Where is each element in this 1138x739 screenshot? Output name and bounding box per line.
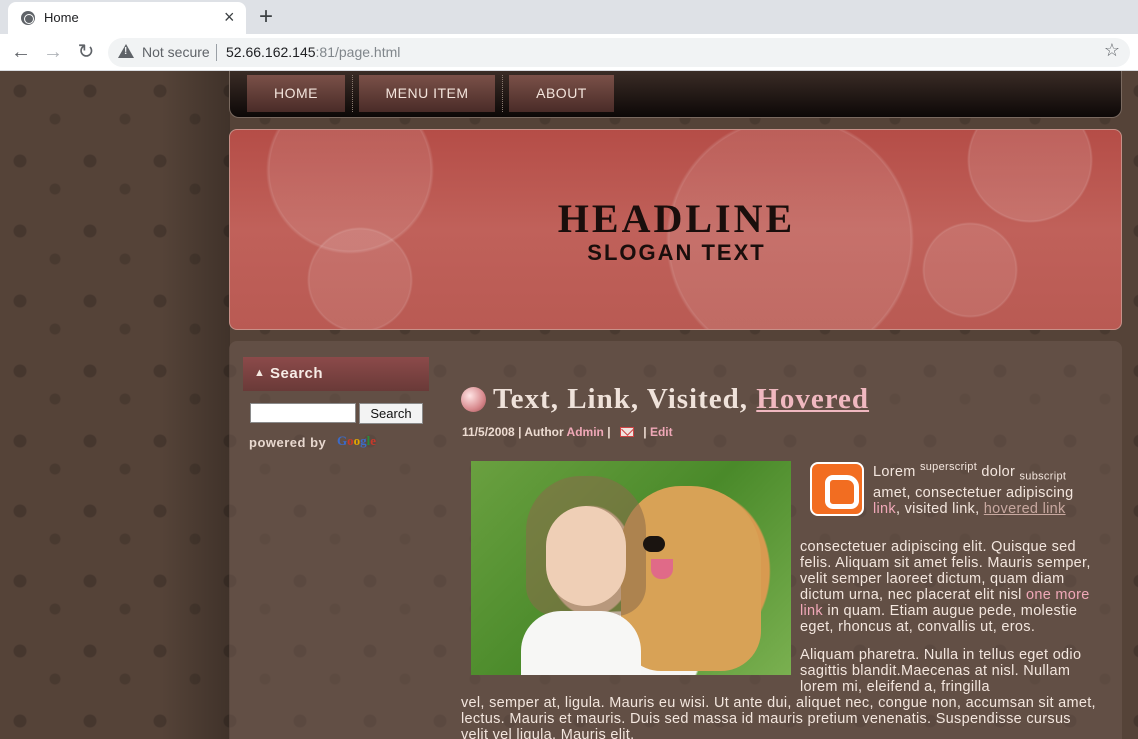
close-tab-icon[interactable]: × (224, 7, 235, 27)
author-label: Author (524, 425, 564, 439)
reload-icon[interactable]: ↻ (73, 39, 99, 65)
nav-item-home[interactable]: HOME (247, 75, 345, 112)
address-bar[interactable]: Not secure 52.66.162.145:81/page.html ☆ (108, 38, 1130, 67)
photo-shirt (521, 611, 641, 675)
tree-bullet-icon: ▲ (254, 367, 265, 379)
browser-tab-bar: Home × + (0, 0, 1138, 34)
superscript-text: superscript (919, 461, 978, 473)
site-slogan: SLOGAN TEXT (587, 240, 766, 265)
nav-divider (502, 75, 503, 112)
visited-link[interactable]: , visited link, (896, 501, 979, 517)
site-headline: HEADLINE (557, 196, 796, 241)
globe-icon (21, 11, 35, 25)
address-separator (216, 44, 217, 61)
subscript-text: subscript (1019, 470, 1067, 483)
post-bullet-icon (461, 387, 486, 412)
security-label[interactable]: Not secure (142, 44, 210, 60)
bookmark-star-icon[interactable]: ☆ (1104, 40, 1120, 61)
nav-item-menu-item[interactable]: MENU ITEM (359, 75, 495, 112)
browser-tab[interactable]: Home × (8, 2, 246, 34)
content-area: ▲ Search Search powered by Google Text, … (229, 341, 1122, 739)
post-meta: 11/5/2008 | Author Admin | | Edit (462, 425, 673, 439)
blogger-icon (810, 462, 864, 516)
url-text[interactable]: 52.66.162.145:81/page.html (226, 44, 400, 60)
web-page: HOME MENU ITEM ABOUT HEADLINE SLOGAN TEX… (0, 71, 1138, 739)
main-nav: HOME MENU ITEM ABOUT (229, 71, 1122, 118)
email-icon[interactable] (619, 427, 634, 437)
url-path: :81/page.html (315, 44, 401, 60)
photo-dog-tongue (651, 559, 673, 579)
post-date: 11/5/2008 (462, 425, 515, 439)
text-segment: amet, consectetuer adipiscing (873, 484, 1074, 501)
post-paragraph-2-bottom: vel, semper at, ligula. Mauris eu wisi. … (461, 695, 1096, 739)
post-paragraph-1-bottom: consectetuer adipiscing elit. Quisque se… (800, 539, 1100, 635)
google-logo: Google (337, 433, 377, 448)
header-banner: HEADLINE SLOGAN TEXT (229, 129, 1122, 330)
post-title-text: Text, Link, Visited, (493, 383, 749, 415)
post-image (471, 461, 791, 675)
new-tab-icon[interactable]: + (259, 3, 273, 31)
hovered-link[interactable]: hovered link (984, 501, 1066, 517)
sidebar-heading-label: Search (270, 365, 324, 382)
search-button[interactable]: Search (359, 403, 423, 424)
nav-item-about[interactable]: ABOUT (509, 75, 614, 112)
author-link[interactable]: Admin (567, 425, 604, 439)
text-segment: in quam. Etiam augue pede, molestie eget… (800, 603, 1078, 635)
body-link[interactable]: link (873, 501, 896, 517)
powered-by-label: powered by (249, 435, 327, 450)
search-input[interactable] (250, 403, 356, 423)
text-lorem: Lorem (873, 463, 916, 480)
edit-link[interactable]: Edit (650, 425, 673, 439)
back-arrow-icon[interactable]: ← (8, 39, 34, 65)
nav-divider (352, 75, 353, 112)
warning-icon[interactable] (118, 44, 134, 58)
sidebar-search-heading: ▲ Search (243, 357, 429, 391)
post-paragraph-2-top: Aliquam pharetra. Nulla in tellus eget o… (800, 647, 1082, 695)
post-title: Text, Link, Visited, Hovered (493, 383, 869, 416)
photo-face (546, 506, 626, 606)
post-title-hovered-link[interactable]: Hovered (756, 383, 869, 415)
url-host: 52.66.162.145 (226, 44, 316, 60)
text-dolor: dolor (981, 463, 1016, 480)
photo-dog-nose (643, 536, 665, 552)
post-paragraph-1-top: Lorem superscript dolor subscript amet, … (873, 459, 1103, 517)
forward-arrow-icon[interactable]: → (40, 39, 66, 65)
browser-toolbar: ← → ↻ Not secure 52.66.162.145:81/page.h… (0, 34, 1138, 71)
tab-title: Home (44, 10, 79, 25)
